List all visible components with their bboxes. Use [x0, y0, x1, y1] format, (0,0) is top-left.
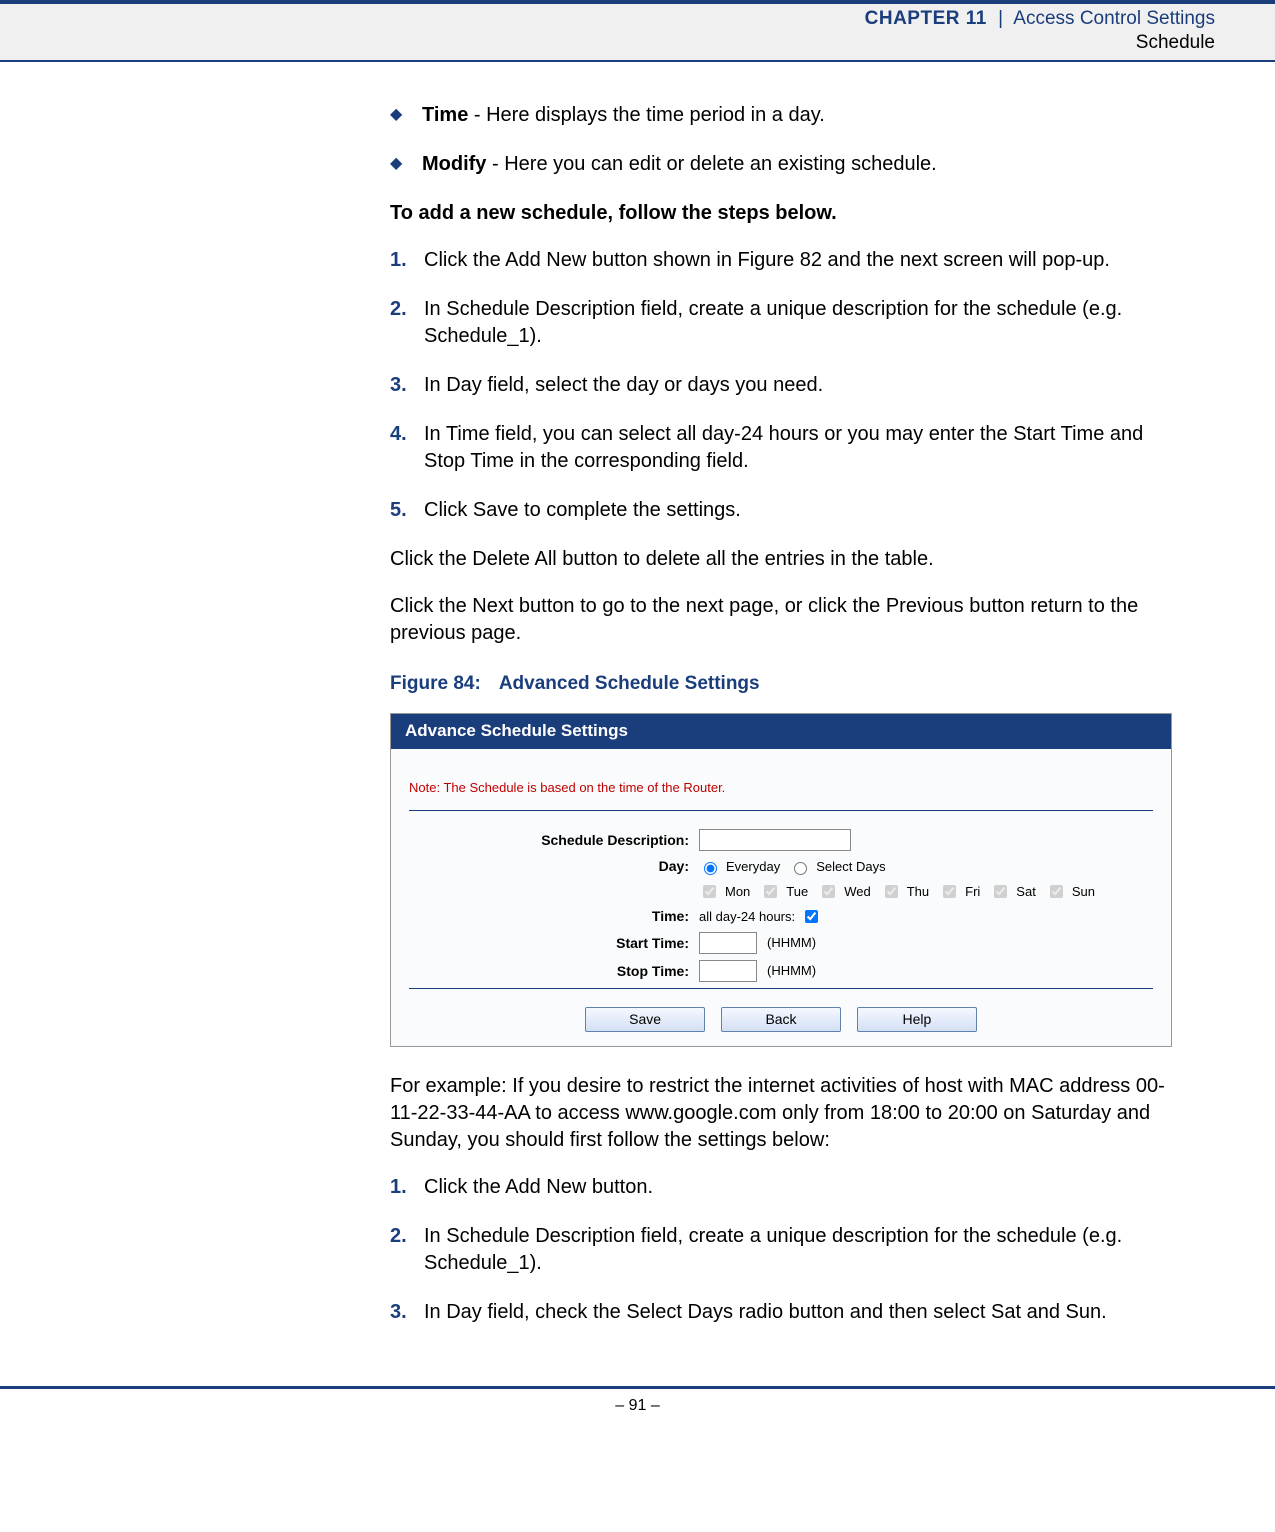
row-schedule-description: Schedule Description: — [409, 829, 1153, 851]
hhmm-hint: (HHMM) — [767, 934, 816, 952]
section-heading: To add a new schedule, follow the steps … — [390, 200, 1175, 227]
list-text: In Schedule Description field, create a … — [424, 1225, 1122, 1274]
everyday-label: Everyday — [726, 858, 780, 876]
list-number: 2. — [390, 296, 407, 323]
figure-title: Advanced Schedule Settings — [499, 673, 760, 694]
paragraph: Click the Next button to go to the next … — [390, 593, 1175, 647]
paragraph: Click the Delete All button to delete al… — [390, 546, 1175, 573]
day-checkbox-wed[interactable] — [822, 885, 835, 898]
label-day: Day: — [409, 857, 699, 876]
list-text: In Day field, select the day or days you… — [424, 374, 823, 396]
select-days-label: Select Days — [816, 858, 885, 876]
day-label: Tue — [786, 883, 808, 901]
panel-note: Note: The Schedule is based on the time … — [409, 759, 1153, 805]
page-header: CHAPTER 11 | Access Control Settings Sch… — [0, 0, 1275, 62]
figure-caption: Figure 84: Advanced Schedule Settings — [390, 671, 1175, 697]
bullet-item: Time - Here displays the time period in … — [390, 102, 1175, 129]
hhmm-hint: (HHMM) — [767, 962, 816, 980]
chapter-label: CHAPTER 11 — [865, 8, 987, 29]
day-checkbox-mon[interactable] — [703, 885, 716, 898]
select-days-radio[interactable] — [794, 862, 807, 875]
list-item: 1. Click the Add New button. — [390, 1174, 1175, 1201]
bullet-term: Time — [422, 104, 468, 126]
list-text: Click the Add New button. — [424, 1176, 653, 1198]
all-day-checkbox[interactable] — [805, 910, 818, 923]
day-checkbox-tue[interactable] — [764, 885, 777, 898]
header-subtitle: Schedule — [0, 32, 1215, 54]
all-day-label: all day-24 hours: — [699, 908, 795, 926]
list-text: In Schedule Description field, create a … — [424, 298, 1122, 347]
list-item: 4. In Time field, you can select all day-… — [390, 421, 1175, 475]
help-button[interactable]: Help — [857, 1007, 977, 1032]
list-item: 5. Click Save to complete the settings. — [390, 497, 1175, 524]
schedule-description-input[interactable] — [699, 829, 851, 851]
day-label: Wed — [844, 883, 871, 901]
label-schedule-description: Schedule Description: — [409, 831, 699, 850]
day-label: Mon — [725, 883, 750, 901]
save-button[interactable]: Save — [585, 1007, 705, 1032]
header-separator: | — [992, 8, 1009, 29]
day-label: Sun — [1072, 883, 1095, 901]
row-days-checkboxes: Mon Tue Wed Thu Fri Sat Sun — [409, 882, 1153, 901]
page-number: – 91 – — [0, 1389, 1275, 1415]
day-checkbox-fri[interactable] — [943, 885, 956, 898]
list-number: 5. — [390, 497, 407, 524]
divider — [409, 810, 1153, 811]
bullet-text: - Here you can edit or delete an existin… — [486, 153, 936, 175]
day-label: Thu — [907, 883, 929, 901]
list-item: 2. In Schedule Description field, create … — [390, 296, 1175, 350]
list-item: 3. In Day field, check the Select Days ra… — [390, 1299, 1175, 1326]
button-row: Save Back Help — [409, 1007, 1153, 1032]
list-number: 3. — [390, 372, 407, 399]
schedule-settings-panel: Advance Schedule Settings Note: The Sche… — [390, 713, 1172, 1047]
list-number: 2. — [390, 1223, 407, 1250]
list-item: 2. In Schedule Description field, create … — [390, 1223, 1175, 1277]
day-checkbox-thu[interactable] — [885, 885, 898, 898]
numbered-list-a: 1. Click the Add New button shown in Figu… — [390, 247, 1175, 524]
list-text: Click the Add New button shown in Figure… — [424, 249, 1110, 271]
label-time: Time: — [409, 907, 699, 926]
label-start-time: Start Time: — [409, 934, 699, 953]
back-button[interactable]: Back — [721, 1007, 841, 1032]
list-text: Click Save to complete the settings. — [424, 499, 741, 521]
start-time-input[interactable] — [699, 932, 757, 954]
list-number: 1. — [390, 1174, 407, 1201]
divider — [409, 988, 1153, 989]
bullet-term: Modify — [422, 153, 486, 175]
panel-title: Advance Schedule Settings — [391, 714, 1171, 749]
everyday-radio[interactable] — [704, 862, 717, 875]
stop-time-input[interactable] — [699, 960, 757, 982]
figure-number: Figure 84: — [390, 673, 481, 694]
header-title: Access Control Settings — [1013, 8, 1215, 29]
list-text: In Time field, you can select all day-24… — [424, 423, 1143, 472]
row-start-time: Start Time: (HHMM) — [409, 932, 1153, 954]
example-paragraph: For example: If you desire to restrict t… — [390, 1073, 1175, 1154]
row-time: Time: all day-24 hours: — [409, 907, 1153, 926]
list-number: 1. — [390, 247, 407, 274]
list-item: 3. In Day field, select the day or days y… — [390, 372, 1175, 399]
main-content: Time - Here displays the time period in … — [390, 102, 1175, 1326]
numbered-list-b: 1. Click the Add New button. 2. In Schedul… — [390, 1174, 1175, 1326]
list-text: In Day field, check the Select Days radi… — [424, 1301, 1107, 1323]
label-stop-time: Stop Time: — [409, 962, 699, 981]
bullet-item: Modify - Here you can edit or delete an … — [390, 151, 1175, 178]
day-checkbox-sun[interactable] — [1050, 885, 1063, 898]
row-stop-time: Stop Time: (HHMM) — [409, 960, 1153, 982]
list-number: 4. — [390, 421, 407, 448]
list-number: 3. — [390, 1299, 407, 1326]
day-label: Fri — [965, 883, 980, 901]
footer-rule — [0, 1386, 1275, 1389]
bullet-text: - Here displays the time period in a day… — [468, 104, 824, 126]
day-label: Sat — [1016, 883, 1036, 901]
list-item: 1. Click the Add New button shown in Figu… — [390, 247, 1175, 274]
bullet-list: Time - Here displays the time period in … — [390, 102, 1175, 178]
row-day: Day: Everyday Select Days — [409, 857, 1153, 876]
day-checkbox-sat[interactable] — [994, 885, 1007, 898]
